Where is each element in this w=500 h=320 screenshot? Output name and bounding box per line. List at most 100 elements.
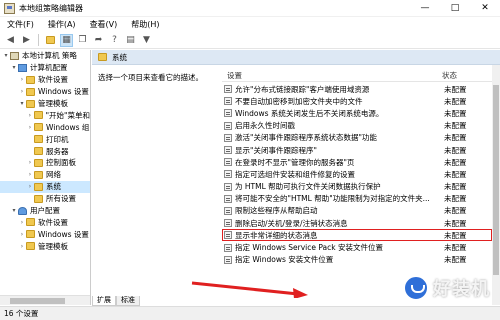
folder-icon: [34, 194, 43, 203]
setting-row[interactable]: 限制这些程序从帮助启动 未配置: [222, 205, 492, 217]
menu-help[interactable]: 帮助(H): [124, 19, 166, 30]
setting-name: 为 HTML 帮助可执行文件关闭数据执行保护: [235, 182, 381, 192]
toolbar: ◀ ▶ ▦ ❐ ➦ ? ▤ ▼: [0, 32, 500, 49]
setting-row[interactable]: 删除启动/关机/登录/注销状态消息 未配置: [222, 217, 492, 229]
tree-item[interactable]: › 管理模板: [0, 240, 90, 252]
title-bar: 本地组策略编辑器 — □ ✕: [0, 0, 500, 17]
tree-item[interactable]: ▾ 本地计算机 策略: [0, 50, 90, 62]
maximize-button[interactable]: □: [440, 0, 470, 17]
back-arrow-icon[interactable]: ◀: [4, 34, 17, 47]
chevron-down-icon[interactable]: ▾: [18, 100, 26, 107]
setting-row[interactable]: 在登录时不显示"管理你的服务器"页 未配置: [222, 156, 492, 168]
setting-cell: 删除启动/关机/登录/注销状态消息: [222, 218, 442, 229]
setting-state: 未配置: [444, 194, 467, 204]
tree-item[interactable]: ▾ 管理模板: [0, 98, 90, 110]
chevron-right-icon[interactable]: ›: [18, 219, 26, 226]
chevron-right-icon[interactable]: ›: [18, 243, 26, 250]
policy-setting-icon: [224, 158, 232, 167]
menu-action[interactable]: 操作(A): [41, 19, 83, 30]
scrollbar-thumb[interactable]: [493, 85, 499, 275]
tree-item-label: Windows 设置: [38, 229, 89, 239]
setting-row[interactable]: 不要自动加密移到加密文件夹中的文件 未配置: [222, 95, 492, 107]
setting-row[interactable]: 为 HTML 帮助可执行文件关闭数据执行保护 未配置: [222, 181, 492, 193]
menu-view[interactable]: 查看(V): [83, 19, 125, 30]
tree-item[interactable]: › "开始"菜单和: [0, 109, 90, 121]
scrollbar-thumb[interactable]: [10, 298, 65, 304]
setting-row[interactable]: 允许"分布式链接跟踪"客户端使用域资源 未配置: [222, 83, 492, 95]
chevron-right-icon[interactable]: ›: [26, 112, 34, 119]
tree-item[interactable]: 所有设置: [0, 193, 90, 205]
column-header-state[interactable]: 状态: [442, 70, 492, 81]
setting-row[interactable]: 显示非常详细的状态消息 未配置: [222, 229, 492, 242]
tree-item-label: 软件设置: [38, 217, 68, 227]
column-header-setting[interactable]: 设置: [222, 70, 442, 81]
chevron-right-icon[interactable]: ›: [18, 76, 26, 83]
folder-icon: [26, 242, 35, 251]
tree-item[interactable]: › 软件设置: [0, 74, 90, 86]
minimize-button[interactable]: —: [410, 0, 440, 17]
setting-row[interactable]: 指定 Windows Service Pack 安装文件位置 未配置: [222, 241, 492, 253]
setting-state: 未配置: [444, 169, 467, 179]
chevron-right-icon[interactable]: ›: [26, 159, 34, 166]
folder-icon: [34, 123, 43, 132]
forward-arrow-icon[interactable]: ▶: [20, 34, 33, 47]
tree-item-label: "开始"菜单和: [45, 110, 90, 120]
chevron-right-icon[interactable]: ›: [18, 231, 26, 238]
filter-icon[interactable]: ▼: [140, 34, 153, 47]
tab-standard[interactable]: 标准: [116, 296, 140, 306]
tree-item[interactable]: 打印机: [0, 133, 90, 145]
tree-item[interactable]: › 网络: [0, 169, 90, 181]
close-button[interactable]: ✕: [470, 0, 500, 17]
setting-cell: Windows 系统关闭发生后不关闭系统电源。: [222, 108, 442, 119]
setting-row[interactable]: 将可能不安全的"HTML 帮助"功能限制为对指定的文件夹... 未配置: [222, 193, 492, 205]
folder-icon: [33, 111, 43, 120]
copy-icon[interactable]: ❐: [76, 34, 89, 47]
setting-name: 在登录时不显示"管理你的服务器"页: [235, 157, 355, 167]
setting-state: 未配置: [444, 145, 467, 155]
folder-up-icon[interactable]: [44, 34, 57, 47]
tab-extended[interactable]: 扩展: [92, 296, 116, 306]
vertical-scrollbar[interactable]: [492, 65, 500, 305]
setting-row[interactable]: 启用永久性时间戳 未配置: [222, 120, 492, 132]
tree-item[interactable]: ▾ 用户配置: [0, 205, 90, 217]
tree-item[interactable]: › 软件设置: [0, 216, 90, 228]
tree-item[interactable]: › Windows 组: [0, 121, 90, 133]
show-hide-tree-icon[interactable]: ▦: [60, 33, 73, 47]
tree-item[interactable]: › 系统: [0, 180, 90, 193]
tree-item[interactable]: › 控制面板: [0, 157, 90, 169]
tree-item[interactable]: › Windows 设置: [0, 86, 90, 98]
setting-state: 未配置: [444, 218, 467, 228]
setting-row[interactable]: 激活"关闭事件跟踪程序系统状态数据"功能 未配置: [222, 132, 492, 144]
chevron-down-icon[interactable]: ▾: [10, 64, 18, 71]
policy-setting-icon: [224, 85, 232, 94]
user-icon: [18, 206, 27, 215]
help-icon[interactable]: ?: [108, 34, 121, 47]
policy-setting-icon: [224, 133, 232, 142]
folder-icon: [26, 230, 35, 239]
setting-row[interactable]: 指定可选组件安装和组件修复的设置 未配置: [222, 168, 492, 180]
chevron-right-icon[interactable]: ›: [26, 183, 34, 190]
menu-file[interactable]: 文件(F): [0, 19, 41, 30]
properties-icon[interactable]: ▤: [124, 34, 137, 47]
chevron-right-icon[interactable]: ›: [26, 171, 34, 178]
chevron-right-icon[interactable]: ›: [26, 124, 34, 131]
tree-item[interactable]: › Windows 设置: [0, 228, 90, 240]
tree-horizontal-scrollbar[interactable]: [0, 295, 90, 305]
tree-item[interactable]: ▾ 计算机配置: [0, 62, 90, 74]
export-list-icon[interactable]: ➦: [92, 34, 105, 47]
setting-row[interactable]: 显示"关闭事件跟踪程序" 未配置: [222, 144, 492, 156]
tree-item-label: 网络: [46, 170, 61, 180]
list-header: 设置 状态: [222, 70, 492, 82]
setting-row[interactable]: 指定 Windows 安装文件位置 未配置: [222, 254, 492, 266]
settings-list: 允许"分布式链接跟踪"客户端使用域资源 未配置 不要自动加密移到加密文件夹中的文件未…: [222, 83, 492, 266]
chevron-down-icon[interactable]: ▾: [10, 207, 18, 214]
tree-item[interactable]: 服务器: [0, 145, 90, 157]
window-title: 本地组策略编辑器: [19, 3, 83, 13]
policy-setting-icon: [224, 231, 232, 240]
setting-name: 显示"关闭事件跟踪程序": [235, 145, 317, 155]
folder-icon: [34, 147, 43, 156]
chevron-right-icon[interactable]: ›: [18, 88, 26, 95]
setting-row[interactable]: Windows 系统关闭发生后不关闭系统电源。 未配置: [222, 107, 492, 119]
chevron-down-icon[interactable]: ▾: [2, 52, 10, 59]
policy-setting-icon: [224, 121, 232, 130]
